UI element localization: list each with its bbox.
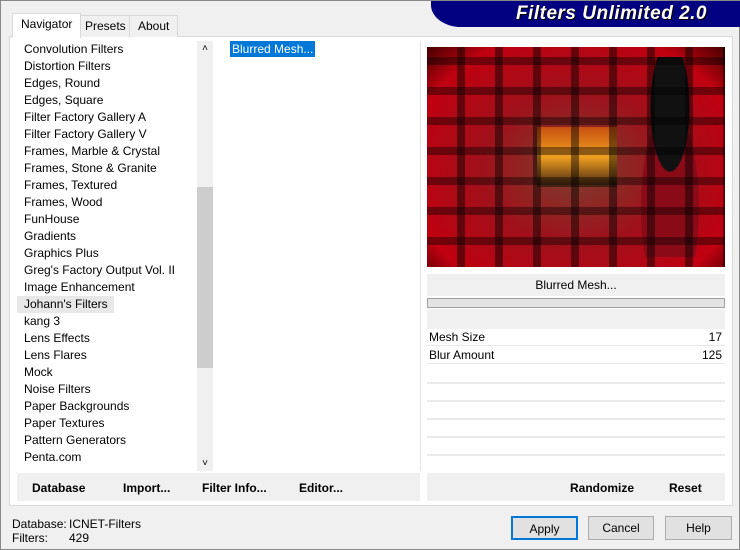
param-mesh-size[interactable]: Mesh Size 17 [427,329,725,346]
category-label: Pattern Generators [24,433,127,447]
divider [427,400,725,402]
category-label: Johann's Filters [17,296,114,313]
reset-button[interactable]: Reset [669,481,702,495]
preview-image [427,47,725,267]
category-item[interactable]: Frames, Stone & Granite [17,160,197,177]
category-item[interactable]: Filter Factory Gallery V [17,126,197,143]
editor-button[interactable]: Editor... [299,481,343,495]
category-label: Edges, Round [24,76,101,90]
divider [427,382,725,384]
category-label: Edges, Square [24,93,104,107]
category-label: Distortion Filters [24,59,111,73]
cancel-button[interactable]: Cancel [588,516,654,540]
category-label: Gradients [24,229,77,243]
category-label: Convolution Filters [24,42,124,56]
category-item[interactable]: Edges, Round [17,75,197,92]
category-item[interactable]: Lens Flares [17,347,197,364]
category-label: Filter Factory Gallery A [24,110,147,124]
category-label: Frames, Marble & Crystal [24,144,161,158]
param-label: Blur Amount [429,348,495,362]
category-item[interactable]: Paper Textures [17,415,197,432]
filter-info-button[interactable]: Filter Info... [202,481,267,495]
category-label: Lens Flares [24,348,87,362]
filter-item-blurred-mesh[interactable]: Blurred Mesh... [230,41,316,57]
param-value: 125 [701,348,722,362]
divider [427,454,725,456]
category-item[interactable]: Frames, Marble & Crystal [17,143,197,160]
filter-list [219,41,421,471]
status-db-value: ICNET-Filters [69,517,141,531]
category-item[interactable]: Edges, Square [17,92,197,109]
status-count-value: 429 [69,531,90,545]
category-label: Paper Backgrounds [24,399,130,413]
divider [427,436,725,438]
category-item[interactable]: Noise Filters [17,381,197,398]
category-label: Frames, Wood [24,195,103,209]
category-label: FunHouse [24,212,80,226]
category-label: Frames, Stone & Granite [24,161,157,175]
scroll-down-icon[interactable]: ˅ [197,458,213,469]
param-blur-amount[interactable]: Blur Amount 125 [427,347,725,364]
tab-navigator[interactable]: Navigator [12,13,82,38]
category-item[interactable]: Lens Effects [17,330,197,347]
right-button-bar: Randomize Reset [427,473,725,501]
category-item[interactable]: Gradients [17,228,197,245]
app-banner: Filters Unlimited 2.0 [431,1,740,27]
scroll-up-icon[interactable]: ˄ [197,43,213,54]
category-item[interactable]: kang 3 [17,313,197,330]
database-button[interactable]: Database [32,481,85,495]
category-item[interactable]: Paper Backgrounds [17,398,197,415]
category-item[interactable]: Image Enhancement [17,279,197,296]
category-label: Mock [24,365,53,379]
category-label: Filter Factory Gallery V [24,127,147,141]
category-label: kang 3 [24,314,61,328]
category-item[interactable]: Graphics Plus [17,245,197,262]
category-item[interactable]: Distortion Filters [17,58,197,75]
category-item[interactable]: Pattern Generators [17,432,197,449]
param-label: Mesh Size [429,330,486,344]
divider [427,418,725,420]
category-item[interactable]: Frames, Wood [17,194,197,211]
tab-presets[interactable]: Presets [76,15,135,37]
help-button[interactable]: Help [665,516,732,540]
param-value: 17 [708,330,722,344]
filter-name-label: Blurred Mesh... [427,274,725,296]
category-label: Penta.com [24,450,82,464]
category-item[interactable]: Filter Factory Gallery A [17,109,197,126]
scrollbar-thumb[interactable] [197,187,213,368]
category-label: Paper Textures [24,416,105,430]
category-item[interactable]: Johann's Filters [17,296,197,313]
apply-button[interactable]: Apply [511,516,578,540]
param-header [427,309,725,329]
category-item[interactable]: Convolution Filters [17,41,197,58]
status-count-label: Filters: [12,531,48,545]
tab-about[interactable]: About [129,15,179,37]
left-button-bar: Database Import... Filter Info... Editor… [17,473,420,501]
category-list[interactable]: Convolution Filters Distortion Filters Edg… [17,41,197,471]
randomize-button[interactable]: Randomize [570,481,634,495]
progress-bar [427,298,725,308]
category-item[interactable]: Frames, Textured [17,177,197,194]
category-item[interactable]: FunHouse [17,211,197,228]
category-item[interactable]: Mock [17,364,197,381]
status-db-label: Database: [12,517,67,531]
category-label: Image Enhancement [24,280,135,294]
category-item[interactable]: Greg's Factory Output Vol. II [17,262,197,279]
category-item[interactable]: Penta.com [17,449,197,466]
category-label: Greg's Factory Output Vol. II [24,263,176,277]
category-label: Frames, Textured [24,178,118,192]
category-label: Lens Effects [24,331,90,345]
import-button[interactable]: Import... [123,481,170,495]
category-label: Graphics Plus [24,246,99,260]
category-label: Noise Filters [24,382,91,396]
